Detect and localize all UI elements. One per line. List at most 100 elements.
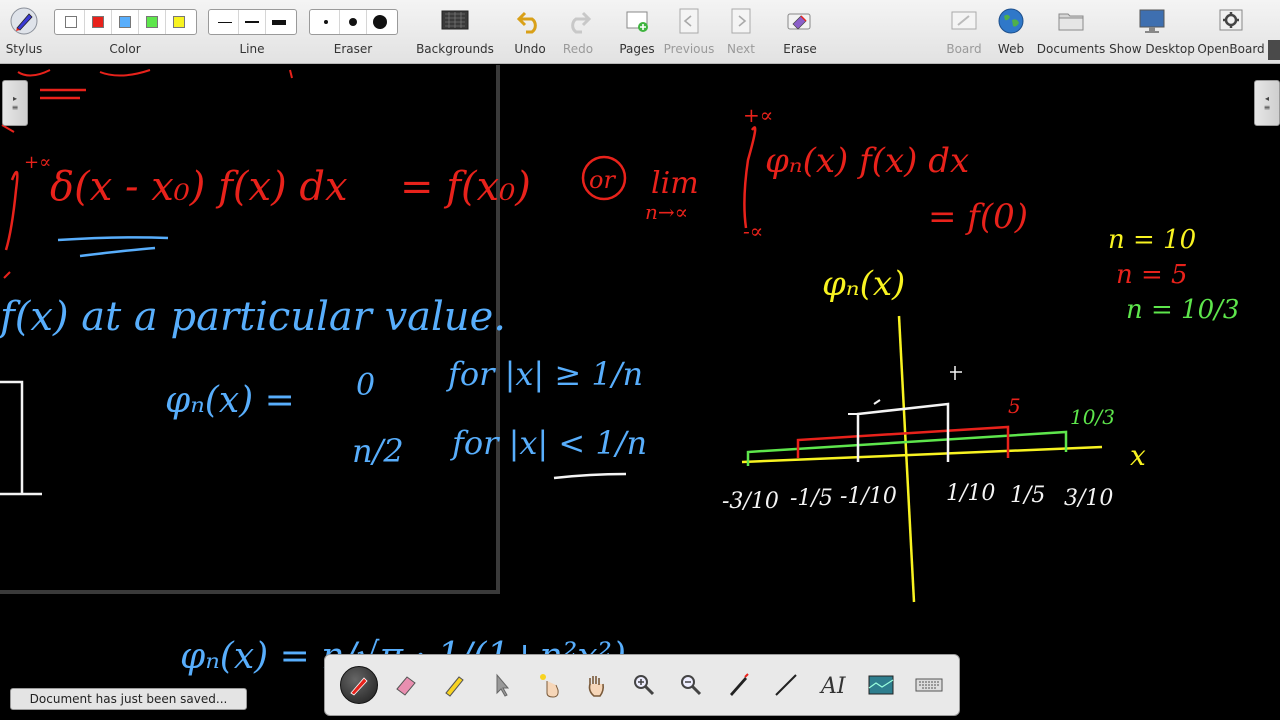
line-draw-tool-button[interactable] [763, 661, 811, 709]
tick-1-5: 1/5 [1010, 483, 1045, 508]
right-handle-grip-icon: ≡ [1263, 103, 1271, 112]
eraser-medium[interactable] [340, 10, 367, 34]
zoom-in-icon [633, 675, 654, 696]
left-handle-arrow-icon: ▸ [12, 94, 17, 103]
color-label: Color [109, 42, 141, 56]
line-pen-tool-button[interactable] [715, 661, 763, 709]
eraser-tool-button[interactable] [383, 661, 431, 709]
previous-label: Previous [663, 42, 715, 56]
backgrounds-button[interactable]: Backgrounds [416, 0, 494, 64]
upper-limit-left: +∝ [24, 152, 51, 173]
upper-limit: +∝ [743, 103, 773, 127]
laser-pointer-icon [539, 674, 559, 698]
add-page-icon [623, 0, 651, 42]
cropped-red-strokes [17, 69, 293, 79]
folder-icon [1056, 0, 1086, 42]
pen-line-icon [729, 673, 749, 696]
tick-minus-1-10: -1/10 [840, 484, 897, 509]
case2-condition: for |x| < 1/n [450, 424, 647, 462]
limit-word: lim [651, 166, 699, 201]
pen-tool-button[interactable] [335, 661, 383, 709]
highlighter-tool-button[interactable] [430, 661, 478, 709]
case1-condition: for |x| ≥ 1/n [446, 355, 643, 393]
cursor-crosshair-icon [950, 366, 962, 380]
next-page-icon [728, 0, 754, 42]
previous-page-icon [676, 0, 702, 42]
color-green[interactable] [139, 10, 166, 34]
red-tick-mark [1, 124, 15, 133]
color-blue[interactable] [112, 10, 139, 34]
or-word: or [589, 166, 616, 194]
pen-icon [339, 666, 378, 704]
capture-icon [868, 675, 894, 695]
x-axis-label: x [1130, 439, 1146, 472]
highlighter-icon [445, 676, 464, 697]
left-handle-grip-icon: ≡ [11, 103, 19, 112]
line-thin[interactable] [212, 10, 239, 34]
line-tool[interactable]: Line [207, 0, 297, 64]
stylus-icon [9, 0, 39, 42]
top-toolbar: Stylus Color Line Eraser Backgrounds Und… [0, 0, 1280, 64]
erase-button[interactable]: Erase [780, 0, 820, 64]
stylus-tool[interactable]: Stylus [4, 0, 44, 64]
zoom-in-tool-button[interactable] [620, 661, 668, 709]
previous-button[interactable]: Previous [662, 0, 716, 64]
color-yellow[interactable] [166, 10, 193, 34]
pages-button[interactable]: Pages [616, 0, 658, 64]
openboard-label: OpenBoard [1197, 42, 1265, 56]
color-red[interactable] [85, 10, 112, 34]
delta-expression: δ(x - x₀) f(x) dx [50, 164, 348, 210]
eraser-label: Eraser [333, 42, 373, 56]
documents-label: Documents [1036, 42, 1106, 56]
lower-limit: -∝ [743, 219, 763, 243]
backgrounds-icon [440, 0, 470, 42]
right-handle-arrow-icon: ◂ [1264, 94, 1269, 103]
limit-result: = f(0) [928, 197, 1028, 237]
openboard-button[interactable]: OpenBoard [1197, 0, 1265, 64]
whiteboard-canvas[interactable]: +∝ δ(x - x₀) f(x) dx = f(x₀) or lim n→∝ … [0, 65, 1280, 720]
color-tool[interactable]: Color [53, 0, 197, 64]
documents-button[interactable]: Documents [1036, 0, 1106, 64]
keyboard-tool-button[interactable] [905, 661, 953, 709]
line-thick[interactable] [266, 10, 293, 34]
backgrounds-label: Backgrounds [416, 42, 494, 56]
hand-icon [588, 676, 605, 697]
hand-tool-button[interactable] [573, 661, 621, 709]
left-panel-handle[interactable]: ▸ ≡ [2, 80, 28, 126]
case1-value: 0 [356, 368, 375, 403]
lower-limit-fragment [3, 271, 11, 279]
legend-n-10: n = 10 [1108, 225, 1196, 255]
redo-button[interactable]: Redo [558, 0, 598, 64]
capture-tool-button[interactable] [858, 661, 906, 709]
line-label: Line [239, 42, 265, 56]
graph-y-axis [897, 315, 916, 603]
blue-underline [57, 236, 169, 258]
legend-n-5: n = 5 [1116, 260, 1188, 290]
straight-line-icon [775, 674, 797, 696]
line-medium[interactable] [239, 10, 266, 34]
delta-result: = f(x₀) [400, 164, 531, 210]
eraser-tool-group[interactable]: Eraser [308, 0, 398, 64]
laser-tool-button[interactable] [525, 661, 573, 709]
eraser-icon [396, 676, 416, 696]
undo-button[interactable]: Undo [510, 0, 550, 64]
next-button[interactable]: Next [722, 0, 760, 64]
right-panel-handle[interactable]: ◂ ≡ [1254, 80, 1280, 126]
stylus-palette: AI [324, 654, 960, 716]
show-desktop-button[interactable]: Show Desktop [1109, 0, 1195, 64]
zoom-out-tool-button[interactable] [668, 661, 716, 709]
web-button[interactable]: Web [992, 0, 1030, 64]
eraser-small[interactable] [313, 10, 340, 34]
eraser-large[interactable] [367, 10, 394, 34]
redo-label: Redo [562, 42, 594, 56]
keyboard-icon [915, 678, 943, 692]
board-button[interactable]: Board [943, 0, 985, 64]
height-label-n-10-3: 10/3 [1070, 405, 1115, 429]
stylus-label: Stylus [5, 42, 43, 56]
pointer-tool-button[interactable] [478, 661, 526, 709]
text-tool-button[interactable]: AI [810, 661, 858, 709]
board-label: Board [946, 42, 982, 56]
color-white[interactable] [58, 10, 85, 34]
line-width-palette [207, 9, 297, 35]
svg-text:AI: AI [819, 674, 847, 699]
